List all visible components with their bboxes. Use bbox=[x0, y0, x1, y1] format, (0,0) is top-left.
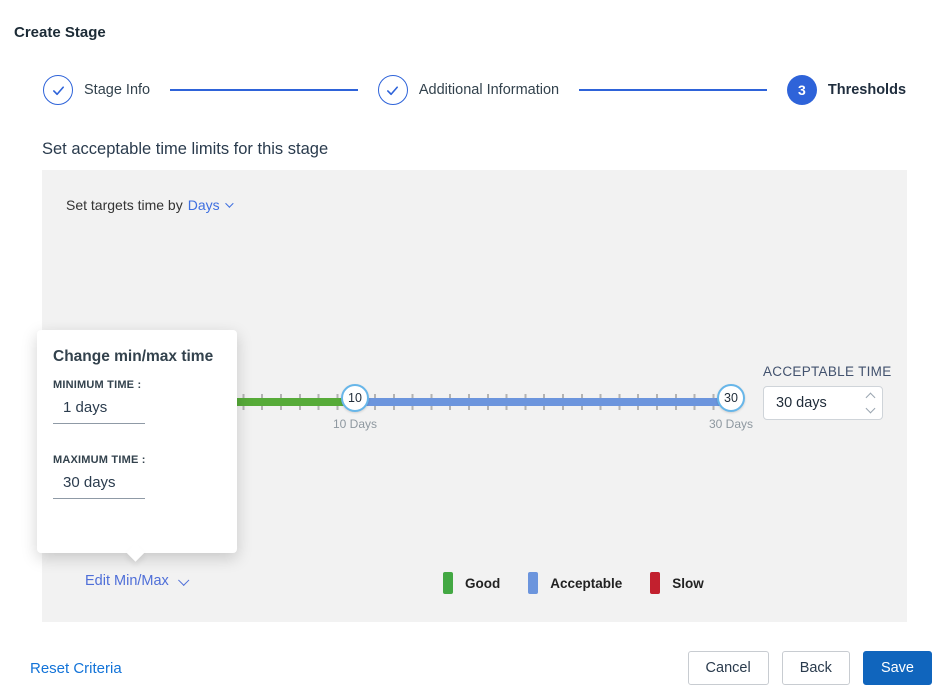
slider-max-label: 30 Days bbox=[696, 417, 766, 431]
reset-criteria-link[interactable]: Reset Criteria bbox=[30, 660, 122, 677]
step-stage-info[interactable]: Stage Info bbox=[43, 75, 150, 105]
check-icon bbox=[385, 83, 400, 98]
wizard-stepper: Stage Info Additional Information 3 Thre… bbox=[43, 75, 906, 105]
step-complete-circle bbox=[43, 75, 73, 105]
set-targets-label: Set targets time by bbox=[66, 197, 183, 213]
chevron-down-icon bbox=[178, 575, 189, 586]
legend-item-slow: Slow bbox=[650, 572, 704, 594]
change-minmax-popover: Change min/max time MINIMUM TIME : MAXIM… bbox=[37, 330, 237, 553]
spinner-down-icon[interactable] bbox=[866, 404, 876, 414]
legend-label: Slow bbox=[672, 576, 704, 591]
popover-title: Change min/max time bbox=[53, 348, 221, 366]
maximum-time-label: MAXIMUM TIME : bbox=[53, 454, 221, 466]
minimum-time-input[interactable] bbox=[53, 391, 145, 424]
step-additional-information[interactable]: Additional Information bbox=[378, 75, 559, 105]
good-swatch-icon bbox=[443, 572, 453, 594]
legend-label: Acceptable bbox=[550, 576, 622, 591]
acceptable-time-stepper[interactable] bbox=[763, 386, 883, 420]
spinner-control bbox=[867, 394, 874, 412]
slider-min-handle[interactable]: 10 bbox=[341, 384, 369, 412]
legend-label: Good bbox=[465, 576, 500, 591]
slow-swatch-icon bbox=[650, 572, 660, 594]
footer-buttons: Cancel Back Save bbox=[688, 651, 932, 685]
check-icon bbox=[51, 83, 66, 98]
acceptable-swatch-icon bbox=[528, 572, 538, 594]
slider-min-label: 10 Days bbox=[320, 417, 390, 431]
acceptable-time-label: ACCEPTABLE TIME bbox=[763, 364, 892, 379]
edit-minmax-link[interactable]: Edit Min/Max bbox=[85, 573, 187, 589]
step-label: Stage Info bbox=[84, 82, 150, 98]
step-label: Thresholds bbox=[828, 82, 906, 98]
create-stage-page: Create Stage Stage Info Additional Infor… bbox=[0, 0, 947, 699]
cancel-button[interactable]: Cancel bbox=[688, 651, 769, 685]
legend-item-good: Good bbox=[443, 572, 500, 594]
set-targets-row: Set targets time by Days bbox=[66, 197, 231, 213]
step-label: Additional Information bbox=[419, 82, 559, 98]
edit-minmax-label: Edit Min/Max bbox=[85, 573, 169, 589]
stepper-connector bbox=[579, 89, 767, 91]
minimum-time-label: MINIMUM TIME : bbox=[53, 379, 221, 391]
slider-legend: Good Acceptable Slow bbox=[443, 572, 704, 594]
step-thresholds[interactable]: 3 Thresholds bbox=[787, 75, 906, 105]
page-title: Create Stage bbox=[14, 24, 106, 41]
legend-item-acceptable: Acceptable bbox=[528, 572, 622, 594]
section-heading: Set acceptable time limits for this stag… bbox=[42, 140, 328, 159]
chevron-down-icon[interactable] bbox=[225, 199, 233, 207]
acceptable-time-input[interactable] bbox=[776, 395, 854, 411]
spinner-up-icon[interactable] bbox=[866, 393, 876, 403]
slider-segment-acceptable[interactable] bbox=[355, 398, 732, 406]
step-complete-circle bbox=[378, 75, 408, 105]
slider-max-handle[interactable]: 30 bbox=[717, 384, 745, 412]
targets-unit-dropdown[interactable]: Days bbox=[188, 197, 220, 213]
maximum-time-input[interactable] bbox=[53, 466, 145, 499]
step-active-circle: 3 bbox=[787, 75, 817, 105]
stepper-connector bbox=[170, 89, 358, 91]
save-button[interactable]: Save bbox=[863, 651, 932, 685]
back-button[interactable]: Back bbox=[782, 651, 850, 685]
